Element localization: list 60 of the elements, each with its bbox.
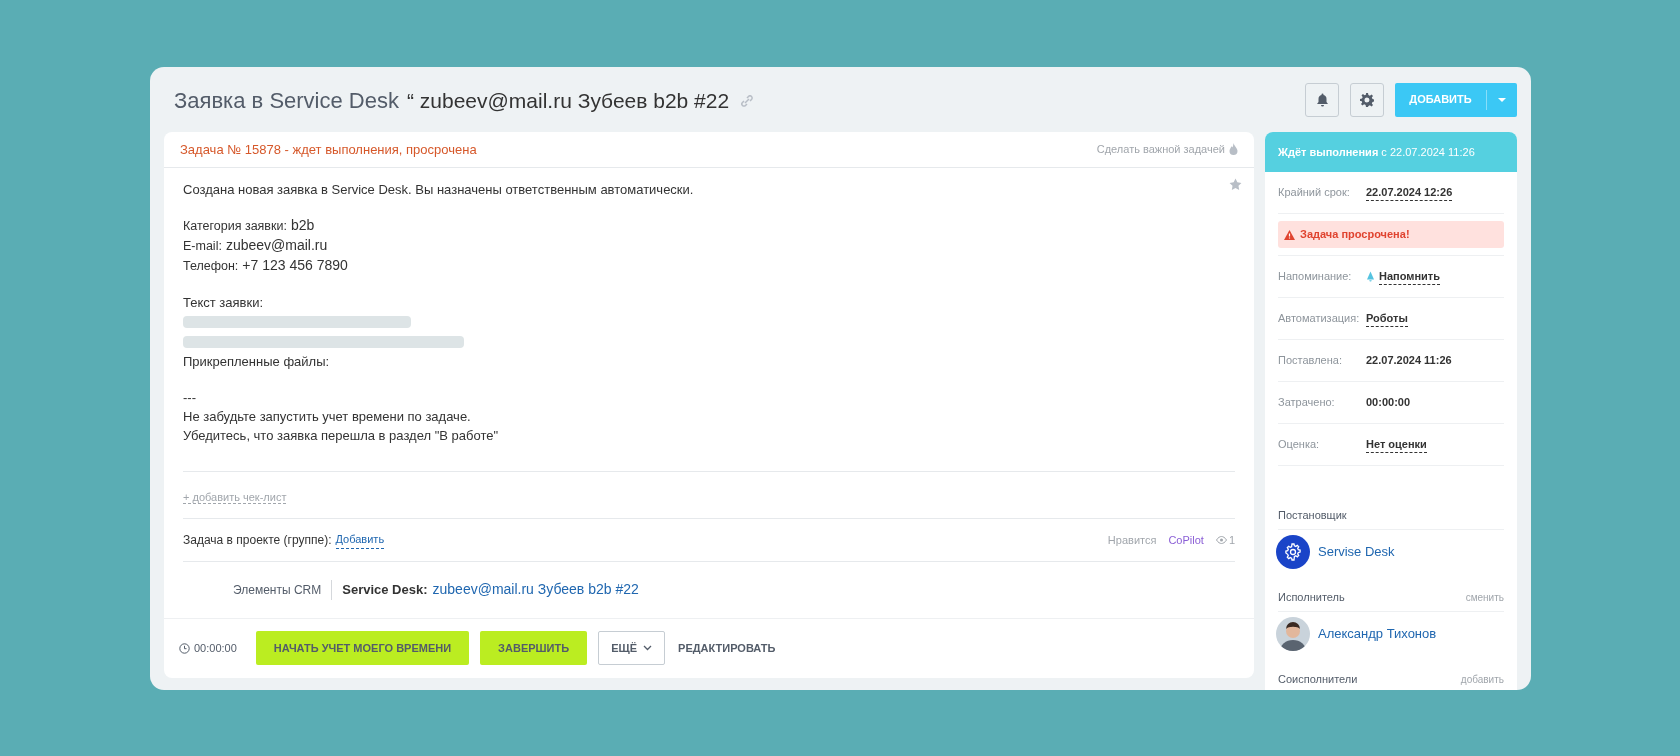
- bell-icon: [1315, 92, 1329, 107]
- notification-button[interactable]: [1305, 82, 1339, 117]
- field-link[interactable]: Напомнить: [1379, 267, 1440, 286]
- field-label: Поставлена:: [1278, 353, 1343, 369]
- edit-button[interactable]: РЕДАКТИРОВАТЬ: [676, 631, 778, 666]
- description-text: Текст заявки:: [183, 293, 264, 312]
- person-link[interactable]: Александр Тихонов: [1318, 624, 1437, 644]
- field-label: Крайний срок:: [1278, 185, 1351, 201]
- field-value: 00:00:00: [1366, 395, 1411, 411]
- crm-entity-link[interactable]: zubeev@mail.ru Зубеев b2b #22: [427, 579, 639, 601]
- project-label: Задача в проекте (группе):: [183, 531, 332, 549]
- chevron-down-icon: [643, 645, 653, 652]
- field-label: Напоминание:: [1278, 269, 1353, 285]
- bell-icon: [1366, 271, 1375, 282]
- overdue-alert: Задача просрочена!: [1278, 221, 1504, 248]
- field-label: Затрачено:: [1278, 395, 1336, 411]
- star-icon[interactable]: [1229, 177, 1242, 191]
- field-label: Оценка:: [1278, 437, 1321, 453]
- page-title: Заявка в Service Desk: [174, 87, 399, 115]
- description-text: Не забудьте запустить учет времени по задаче.: [183, 407, 471, 426]
- crm-label: Элементы CRM: [233, 579, 333, 600]
- settings-button[interactable]: [1350, 82, 1384, 117]
- description-text: Прикрепленные файлы:: [183, 352, 330, 371]
- settings-avatar-icon: [1276, 535, 1310, 569]
- field-label: E-mail:: [183, 237, 222, 255]
- link-icon[interactable]: [741, 94, 754, 107]
- field-value: 22.07.2024 11:26: [1366, 353, 1452, 369]
- description-text: ---: [183, 388, 196, 407]
- crm-entity-label: Service Desk:: [341, 581, 428, 600]
- flame-icon: [1229, 143, 1238, 156]
- eye-icon: [1215, 535, 1227, 544]
- settings-icon: [1360, 92, 1374, 107]
- section-title: Постановщик: [1278, 508, 1347, 524]
- action-button[interactable]: НАЧАТЬ УЧЕТ МОЕГО ВРЕМЕНИ: [255, 631, 470, 666]
- section-title: Исполнитель: [1278, 590, 1345, 606]
- field-label: Автоматизация:: [1278, 311, 1361, 327]
- field-label: Телефон:: [183, 257, 239, 275]
- action-button[interactable]: ЗАВЕРШИТЬ: [480, 631, 588, 666]
- clock-icon: [179, 642, 190, 654]
- user-avatar: [1276, 617, 1310, 651]
- field-value: b2b: [290, 215, 315, 235]
- task-subject: “ zubeev@mail.ru Зубеев b2b #22: [407, 87, 730, 114]
- more-button[interactable]: ЕЩЁ: [598, 631, 666, 666]
- field-label: Категория заявки:: [183, 217, 287, 235]
- status-header: Ждёт выполнения с 22.07.2024 11:26: [1265, 132, 1517, 172]
- warning-icon: [1284, 229, 1295, 240]
- field-value: zubeev@mail.ru: [225, 235, 328, 255]
- add-project-link[interactable]: Добавить: [335, 531, 385, 549]
- section-title: Соисполнители: [1278, 672, 1358, 688]
- field-link[interactable]: 22.07.2024 12:26: [1366, 183, 1453, 202]
- task-status: Задача № 15878 - ждет выполнения, просрочена: [180, 140, 477, 159]
- view-count: 1: [1228, 532, 1235, 548]
- timer: 00:00:00: [194, 641, 237, 657]
- person-link[interactable]: Servise Desk: [1318, 542, 1395, 562]
- field-link[interactable]: Нет оценки: [1366, 435, 1427, 454]
- description-text: Убедитесь, что заявка перешла в раздел "В работе": [183, 426, 499, 445]
- copilot-link[interactable]: CoPilot: [1168, 531, 1204, 549]
- description-text: Создана новая заявка в Service Desk. Вы назначены ответственным автоматически.: [183, 180, 694, 199]
- field-link[interactable]: Роботы: [1366, 309, 1408, 328]
- field-value: +7 123 456 7890: [242, 255, 348, 275]
